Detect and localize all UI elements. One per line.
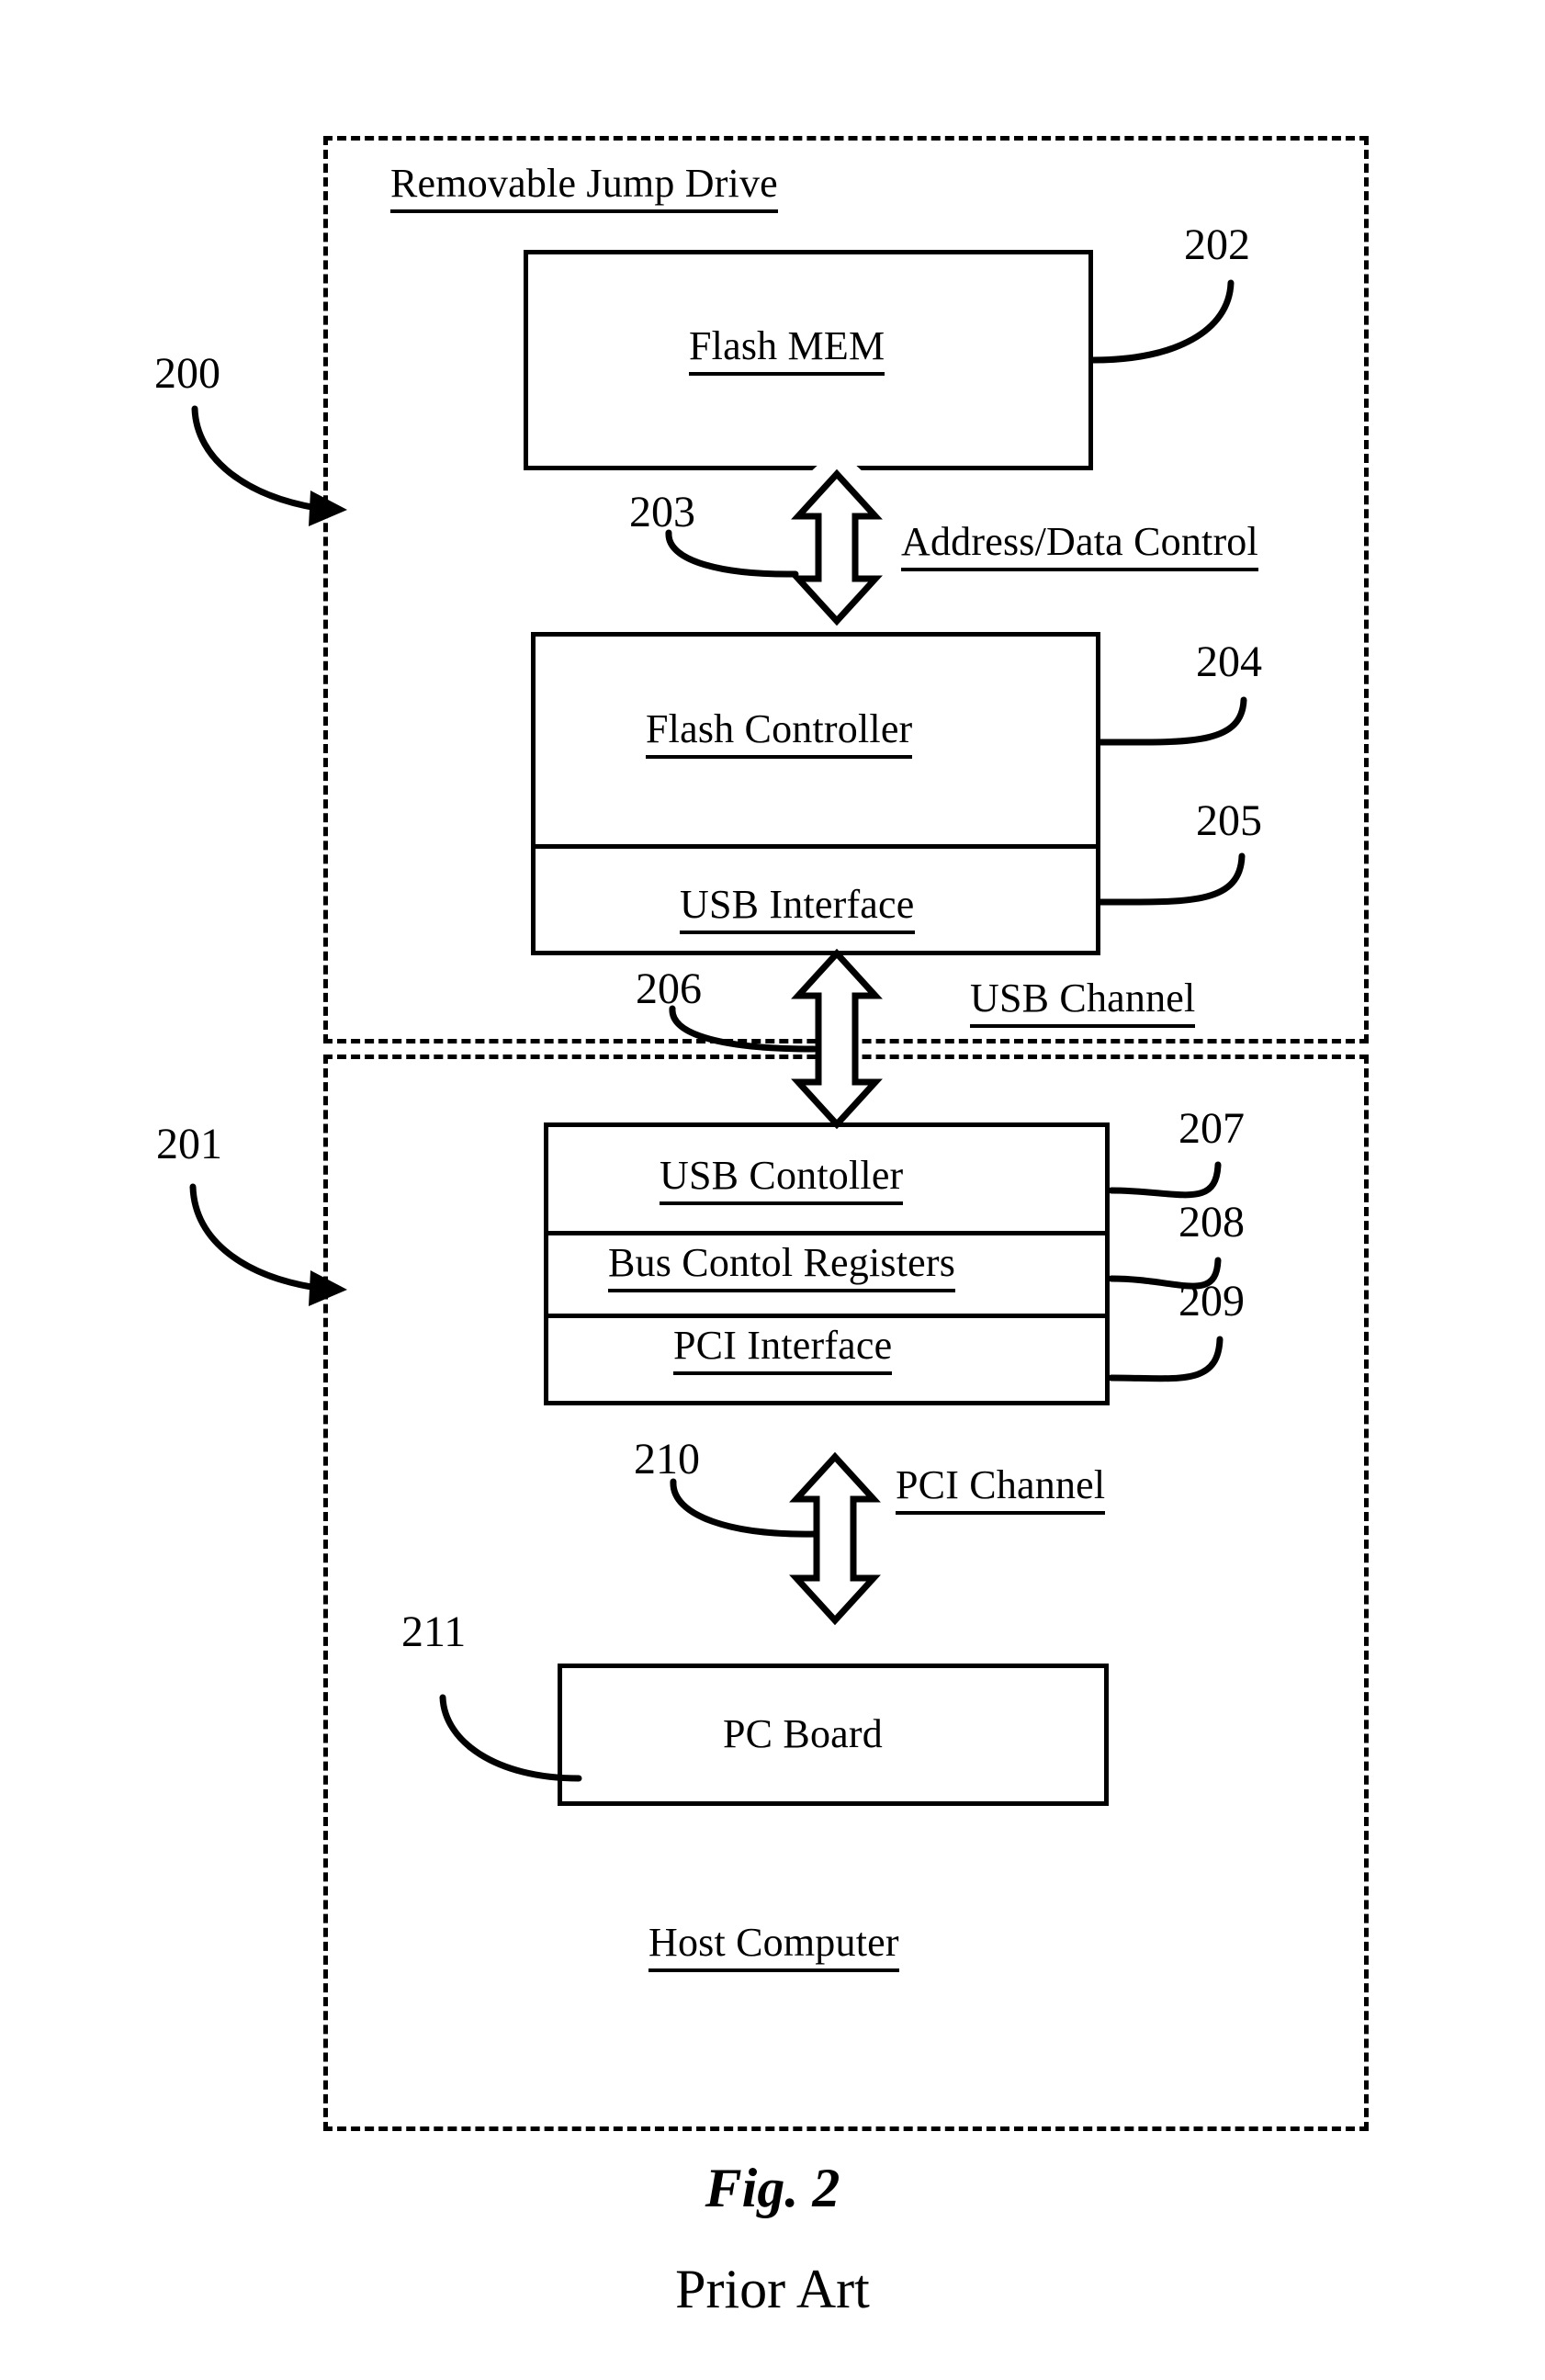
bus-pci-divider (544, 1314, 1110, 1318)
ref-211: 211 (401, 1607, 467, 1656)
usb-interface-label: USB Interface (680, 885, 915, 934)
ref-206: 206 (636, 964, 702, 1013)
ref-201: 201 (156, 1120, 222, 1168)
usb-controller-label: USB Contoller (660, 1156, 904, 1205)
ref-202: 202 (1184, 220, 1250, 269)
patent-figure-page: Removable Jump Drive Flash MEM Address/D… (0, 0, 1545, 2380)
address-data-control-label: Address/Data Control (901, 522, 1258, 571)
flash-controller-label: Flash Controller (646, 709, 913, 759)
ref-210: 210 (634, 1435, 700, 1483)
pci-interface-label: PCI Interface (673, 1325, 893, 1375)
removable-jump-drive-title: Removable Jump Drive (390, 164, 778, 213)
ref-208: 208 (1178, 1198, 1245, 1246)
pc-board-label: PC Board (723, 1711, 883, 1756)
flash-mem-label: Flash MEM (689, 326, 885, 376)
flash-controller-usb-interface-divider (531, 844, 1100, 849)
prior-art-caption: Prior Art (675, 2259, 870, 2319)
ref-209: 209 (1178, 1277, 1245, 1325)
ref-207: 207 (1178, 1104, 1245, 1153)
pci-channel-label: PCI Channel (896, 1465, 1106, 1515)
ref-203: 203 (629, 488, 695, 536)
usb-channel-label: USB Channel (970, 978, 1196, 1028)
ref-205: 205 (1196, 796, 1262, 845)
ref-200: 200 (154, 349, 220, 398)
figure-caption: Fig. 2 (705, 2158, 840, 2218)
ref-204: 204 (1196, 637, 1262, 686)
host-computer-title: Host Computer (648, 1923, 899, 1972)
usb-controller-bus-divider (544, 1231, 1110, 1235)
bus-control-registers-label: Bus Contol Registers (608, 1243, 956, 1292)
